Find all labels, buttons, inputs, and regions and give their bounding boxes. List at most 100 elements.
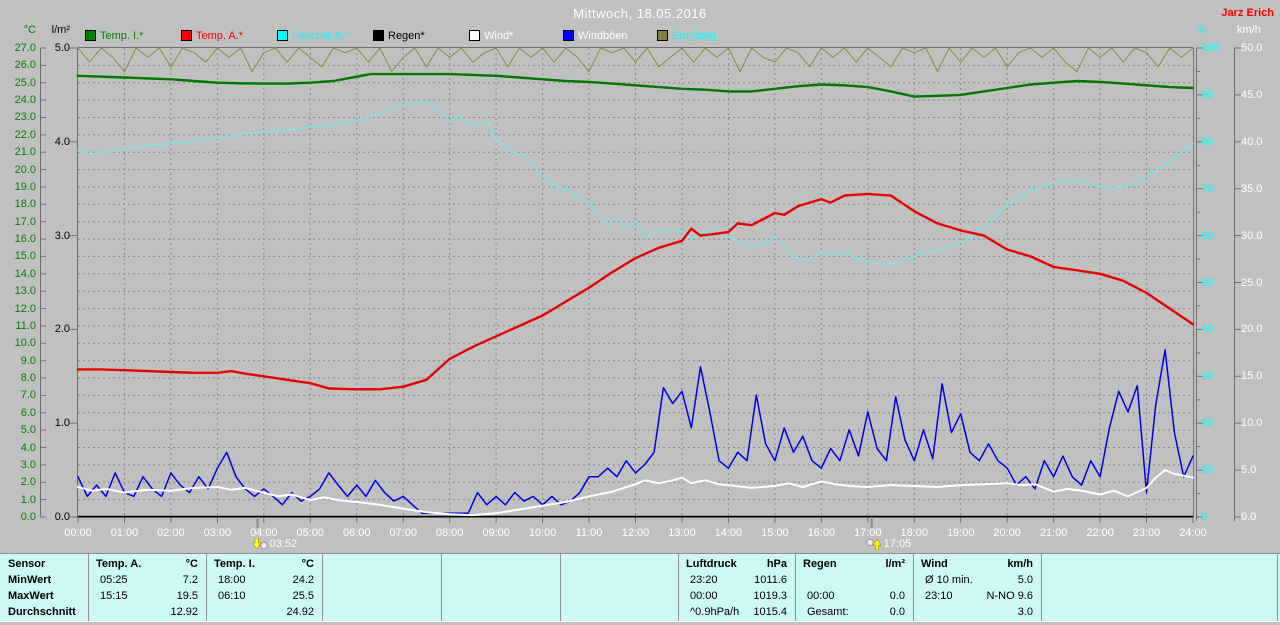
rain-tick-label: 3.0 <box>54 229 70 242</box>
bottom-border <box>0 621 1280 625</box>
temp-tick-label: 3.0 <box>20 458 36 471</box>
temp-tick-label: 4.0 <box>20 441 36 454</box>
temp-tick-label: 14.0 <box>14 267 36 280</box>
wind-tick-label: 10.0 <box>1241 417 1263 430</box>
marker-time-label: 03:52 <box>269 538 298 550</box>
table-value-cell: 0.0 <box>889 606 905 618</box>
temp-tick-label: 16.0 <box>14 233 36 246</box>
table-value-cell: 1015.4 <box>753 606 787 618</box>
temp-tick-label: 6.0 <box>20 406 36 419</box>
table-column-separator <box>1041 554 1042 621</box>
temp-tick-label: 7.0 <box>20 389 36 402</box>
wind-tick-label: 20.0 <box>1241 323 1263 336</box>
temp-tick-label: 19.0 <box>14 180 36 193</box>
hour-tick-label: 02:00 <box>157 527 185 539</box>
table-row-label: Durchschnitt <box>8 606 76 618</box>
hour-tick-label: 12:00 <box>621 527 650 539</box>
humidity-tick-label: 70 <box>1201 182 1214 195</box>
wind-tick-label: 35.0 <box>1241 182 1263 195</box>
table-column-separator <box>678 554 679 621</box>
table-value-cell: 24.2 <box>292 574 314 586</box>
humidity-tick-label: 0 <box>1201 511 1208 523</box>
humidity-tick-label: 60 <box>1201 229 1214 242</box>
table-col-unit: l/m² <box>885 558 905 570</box>
hour-tick-label: 15:00 <box>761 527 789 539</box>
table-value-cell: 1019.3 <box>753 590 787 602</box>
wind-tick-label: 40.0 <box>1241 135 1263 148</box>
hour-tick-label: 01:00 <box>110 527 139 539</box>
table-col-unit: hPa <box>766 558 787 570</box>
temp-tick-label: 0.0 <box>20 511 36 523</box>
rain-tick-label: 5.0 <box>54 42 70 54</box>
table-column-separator <box>560 554 561 621</box>
wind-tick-label: 25.0 <box>1241 276 1263 289</box>
table-value-cell: 25.5 <box>292 590 314 602</box>
table-column-separator <box>206 554 207 621</box>
hour-tick-label: 14:00 <box>714 527 743 539</box>
table-column-separator <box>88 554 89 621</box>
rain-tick-label: 0.0 <box>54 511 70 523</box>
temp-tick-label: 2.0 <box>20 476 36 489</box>
hour-tick-label: 16:00 <box>807 527 836 539</box>
temp-tick-label: 17.0 <box>14 215 36 228</box>
rain-tick-label: 2.0 <box>54 323 70 336</box>
table-row-label: Sensor <box>8 558 46 570</box>
table-col-unit: °C <box>301 558 314 570</box>
wind-tick-label: 5.0 <box>1241 464 1257 477</box>
table-value-cell: 0.0 <box>889 590 905 602</box>
temp-tick-label: 8.0 <box>20 372 36 385</box>
table-column-separator <box>913 554 914 621</box>
table-value-cell: 7.2 <box>182 574 198 586</box>
marker-time-label: 17:05 <box>883 538 912 550</box>
wind-tick-label: 30.0 <box>1241 229 1263 242</box>
temp-tick-label: 18.0 <box>14 198 36 211</box>
temp-tick-label: 20.0 <box>14 163 36 176</box>
stats-table: Sensor MinWert MaxWert Durchschnitt Temp. A.… <box>0 553 1280 621</box>
table-value-cell: 1011.6 <box>754 574 787 586</box>
table-value-cell: 12.92 <box>170 606 198 618</box>
table-value-cell: N-NO 9.6 <box>986 590 1033 602</box>
wind-tick-label: 0.0 <box>1241 511 1257 523</box>
humidity-tick-label: 80 <box>1201 135 1214 148</box>
table-value-cell: 24.92 <box>286 606 314 618</box>
moon-set-icon <box>251 538 268 550</box>
hour-tick-label: 07:00 <box>389 527 417 539</box>
moon-rise-icon <box>866 538 882 550</box>
table-value-cell: 5.0 <box>1017 574 1033 586</box>
table-column-separator <box>322 554 323 621</box>
temp-tick-label: 13.0 <box>14 285 36 298</box>
temp-tick-label: 9.0 <box>20 354 36 367</box>
humidity-tick-label: 100 <box>1201 42 1220 54</box>
humidity-tick-label: 20 <box>1201 417 1214 430</box>
hour-tick-label: 13:00 <box>668 527 696 539</box>
wind-tick-label: 15.0 <box>1241 370 1263 383</box>
rain-tick-label: 4.0 <box>54 135 70 148</box>
table-value-cell: 19.5 <box>176 590 198 602</box>
table-value-cell: 3.0 <box>1017 606 1033 618</box>
table-col-unit: km/h <box>1007 558 1033 570</box>
time-marker-1705: 17:05 <box>866 538 912 550</box>
temp-tick-label: 24.0 <box>14 94 36 107</box>
hour-tick-label: 20:00 <box>993 527 1021 539</box>
hour-tick-label: 03:00 <box>203 527 232 539</box>
temp-tick-label: 12.0 <box>14 302 36 315</box>
hour-tick-label: 06:00 <box>342 527 371 539</box>
hour-tick-label: 23:00 <box>1132 527 1161 539</box>
temp-tick-label: 5.0 <box>20 424 36 437</box>
rain-tick-label: 1.0 <box>54 417 70 430</box>
hour-tick-label: 21:00 <box>1039 527 1068 539</box>
temp-tick-label: 21.0 <box>14 146 36 159</box>
hour-tick-label: 11:00 <box>575 527 603 539</box>
table-col-unit: °C <box>185 558 198 570</box>
hour-tick-label: 10:00 <box>528 527 557 539</box>
table-row-label: MinWert <box>8 574 52 586</box>
temp-tick-label: 27.0 <box>14 42 36 54</box>
humidity-tick-label: 40 <box>1201 323 1214 336</box>
temp-tick-label: 22.0 <box>14 128 36 141</box>
humidity-tick-label: 10 <box>1201 464 1214 477</box>
hour-tick-label: 08:00 <box>435 527 464 539</box>
table-column-separator <box>1277 554 1278 621</box>
hour-tick-label: 00:00 <box>64 527 92 539</box>
temp-tick-label: 25.0 <box>14 76 36 89</box>
temp-tick-label: 1.0 <box>20 493 36 506</box>
